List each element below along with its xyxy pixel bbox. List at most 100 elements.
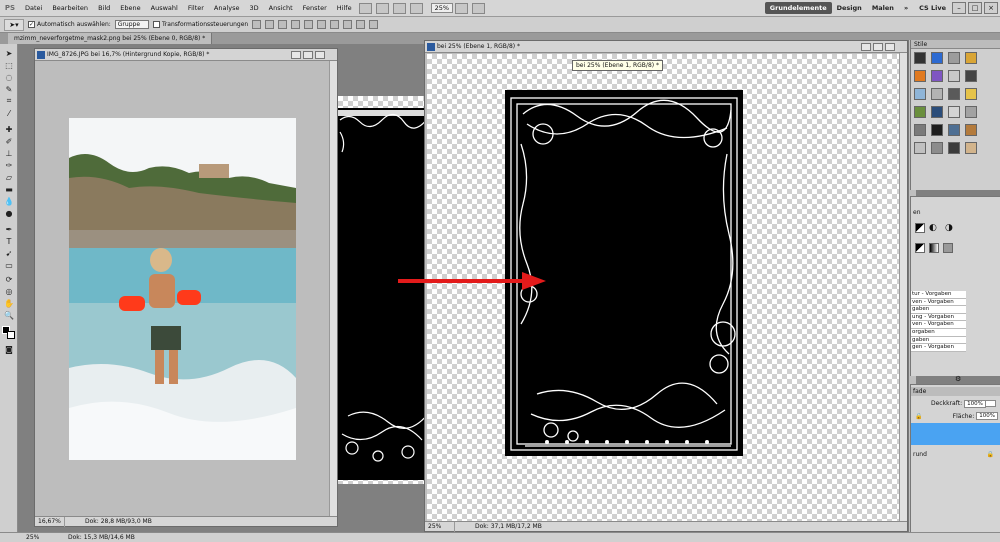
photo-window-titlebar[interactable]: IMG_8726.JPG bei 16,7% (Hintergrund Kopi… xyxy=(35,49,337,61)
style-swatch[interactable] xyxy=(914,52,926,64)
move-tool-icon[interactable]: ➤ xyxy=(3,48,15,58)
preset-item[interactable]: tur - Vorgaben xyxy=(911,291,966,299)
menu-hilfe[interactable]: Hilfe xyxy=(332,4,357,12)
style-swatch[interactable] xyxy=(965,142,977,154)
screen-mode-icon[interactable] xyxy=(472,2,486,14)
3d-rotate-tool-icon[interactable]: ⟳ xyxy=(3,274,15,284)
3d-orbit-tool-icon[interactable]: ◎ xyxy=(3,286,15,296)
style-swatch[interactable] xyxy=(948,70,960,82)
background-color-swatch[interactable] xyxy=(7,331,15,339)
maximize-icon[interactable]: □ xyxy=(968,2,982,14)
menu-auswahl[interactable]: Auswahl xyxy=(146,4,183,12)
preset-item[interactable]: ven - Vorgaben xyxy=(911,321,966,329)
style-swatch[interactable] xyxy=(948,52,960,64)
eraser-tool-icon[interactable]: ▱ xyxy=(3,172,15,182)
lasso-tool-icon[interactable]: ◌ xyxy=(3,72,15,82)
type-tool-icon[interactable]: T xyxy=(3,236,15,246)
cs-live-button[interactable]: CS Live xyxy=(913,4,952,12)
bridge-icon[interactable] xyxy=(358,2,372,14)
workspace-grundelemente[interactable]: Grundelemente xyxy=(764,2,832,14)
close-icon[interactable] xyxy=(885,43,895,51)
style-swatch[interactable] xyxy=(914,88,926,100)
menu-analyse[interactable]: Analyse xyxy=(209,4,245,12)
quick-mask-icon[interactable]: ◙ xyxy=(3,344,15,354)
style-swatch[interactable] xyxy=(914,142,926,154)
gradient-map-icon[interactable] xyxy=(929,243,939,253)
eyedropper-tool-icon[interactable]: ⁄ xyxy=(3,108,15,118)
style-swatch[interactable] xyxy=(965,52,977,64)
menu-filter[interactable]: Filter xyxy=(183,4,209,12)
marquee-tool-icon[interactable]: ⬚ xyxy=(3,60,15,70)
zoom-tool-icon[interactable]: 🔍 xyxy=(3,310,15,320)
preset-item[interactable]: gen - Vorgaben xyxy=(911,344,966,352)
minibridge-icon[interactable] xyxy=(375,2,389,14)
photo-zoom-field[interactable]: 16,67% xyxy=(35,516,65,527)
style-swatch[interactable] xyxy=(931,124,943,136)
selective-color-icon[interactable] xyxy=(943,243,953,253)
distribute-bottom-icon[interactable] xyxy=(356,20,366,29)
clone-stamp-tool-icon[interactable]: ⊥ xyxy=(3,148,15,158)
zoom-level-field[interactable]: 25% xyxy=(430,3,454,13)
blur-tool-icon[interactable]: 💧 xyxy=(3,196,15,206)
preset-item[interactable]: ung - Vorgaben xyxy=(911,313,966,322)
minimize-icon[interactable]: – xyxy=(952,2,966,14)
auto-align-icon[interactable] xyxy=(369,20,379,29)
restore-icon[interactable] xyxy=(873,43,883,51)
arrange-documents-icon[interactable] xyxy=(455,2,469,14)
distribute-middle-icon[interactable] xyxy=(343,20,353,29)
panel-options-icon[interactable]: ⚙ xyxy=(955,375,967,383)
preset-item[interactable]: ven - Vorgaben xyxy=(911,298,966,307)
menu-3d[interactable]: 3D xyxy=(245,4,264,12)
crop-tool-icon[interactable]: ⌗ xyxy=(3,96,15,106)
healing-brush-tool-icon[interactable]: ✚ xyxy=(3,124,15,134)
menu-bild[interactable]: Bild xyxy=(93,4,115,12)
fill-field[interactable]: 100% xyxy=(976,412,998,420)
shape-tool-icon[interactable]: ▭ xyxy=(3,260,15,270)
layers-panel-header[interactable]: fade xyxy=(911,387,1000,396)
frame-window-titlebar[interactable]: bei 25% (Ebene 1, RGB/8) * xyxy=(425,41,907,53)
menu-ebene[interactable]: Ebene xyxy=(115,4,145,12)
close-icon[interactable]: × xyxy=(984,2,998,14)
levels-icon[interactable]: ◐ xyxy=(929,223,941,233)
align-middle-icon[interactable] xyxy=(265,20,275,29)
minimize-icon[interactable] xyxy=(861,43,871,51)
style-swatch[interactable] xyxy=(965,124,977,136)
style-swatch[interactable] xyxy=(931,142,943,154)
restore-icon[interactable] xyxy=(303,51,313,59)
quick-select-tool-icon[interactable]: ✎ xyxy=(3,84,15,94)
preset-item[interactable]: gaben xyxy=(911,336,966,345)
style-swatch[interactable] xyxy=(965,70,977,82)
workspace-malen[interactable]: Malen xyxy=(867,2,899,14)
zoom-tool-icon[interactable] xyxy=(409,2,423,14)
align-top-icon[interactable] xyxy=(252,20,262,29)
app-zoom-field[interactable]: 25% xyxy=(0,533,39,542)
style-swatch[interactable] xyxy=(965,106,977,118)
history-brush-tool-icon[interactable]: ✑ xyxy=(3,160,15,170)
styles-panel-header[interactable]: Stile xyxy=(911,40,1000,49)
align-left-icon[interactable] xyxy=(291,20,301,29)
frame-zoom-field[interactable]: 25% xyxy=(425,521,455,532)
document-tab[interactable]: mzimm_neverforgetme_mask2.png bei 25% (E… xyxy=(8,33,213,44)
layer-row[interactable]: rund 🔒 xyxy=(911,447,1000,461)
minimize-icon[interactable] xyxy=(291,51,301,59)
style-swatch[interactable] xyxy=(965,88,977,100)
pen-tool-icon[interactable]: ✒ xyxy=(3,224,15,234)
hand-tool-icon[interactable]: ✋ xyxy=(3,298,15,308)
auto-select-checkbox[interactable]: ✓ Automatisch auswählen: xyxy=(28,21,111,28)
mask-document-canvas[interactable] xyxy=(338,96,428,484)
dodge-tool-icon[interactable]: ● xyxy=(3,208,15,218)
hand-tool-icon[interactable] xyxy=(392,2,406,14)
beach-photo-canvas[interactable] xyxy=(69,118,296,460)
align-center-icon[interactable] xyxy=(304,20,314,29)
style-swatch[interactable] xyxy=(931,70,943,82)
brush-tool-icon[interactable]: ✐ xyxy=(3,136,15,146)
menu-datei[interactable]: Datei xyxy=(20,4,47,12)
style-swatch[interactable] xyxy=(914,124,926,136)
workspace-more[interactable]: » xyxy=(899,2,913,14)
style-swatch[interactable] xyxy=(931,106,943,118)
opacity-field[interactable]: 100% xyxy=(964,399,986,408)
style-swatch[interactable] xyxy=(948,106,960,118)
selected-layer-row[interactable] xyxy=(911,423,1000,445)
transform-controls-checkbox[interactable]: Transformationssteuerungen xyxy=(153,21,248,28)
path-selection-tool-icon[interactable]: ➹ xyxy=(3,248,15,258)
